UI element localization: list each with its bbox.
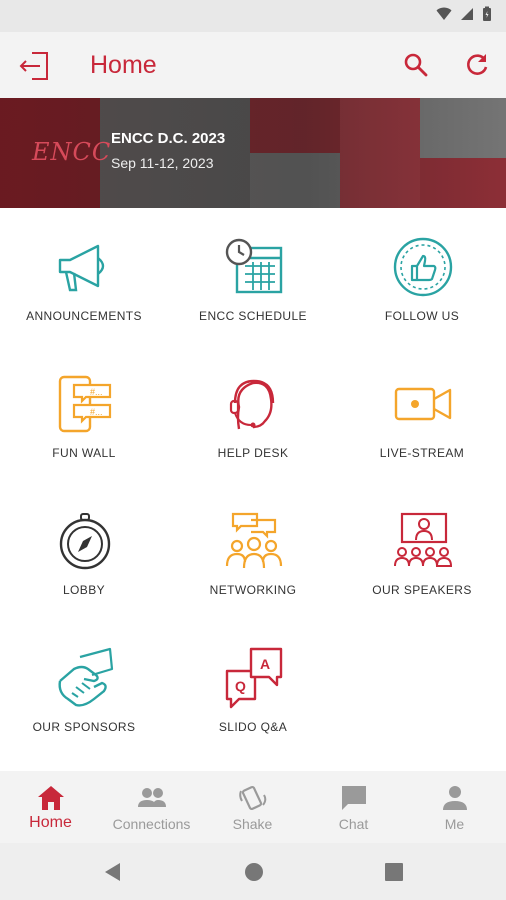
svg-text:Q: Q <box>235 678 246 694</box>
nav-item-home[interactable]: Home <box>0 771 101 843</box>
nav-item-connections[interactable]: Connections <box>101 771 202 843</box>
person-icon <box>443 786 467 810</box>
grid-item-slido-qa[interactable]: Q A SLIDO Q&A <box>169 619 337 755</box>
recents-icon[interactable] <box>383 861 405 883</box>
app-bar: Home <box>0 32 506 98</box>
presentation-icon <box>394 512 453 567</box>
grid-item-label: HELP DESK <box>217 446 289 460</box>
nav-label: Home <box>29 814 72 831</box>
grid-item-follow-us[interactable]: FOLLOW US <box>338 208 506 344</box>
grid-item-label: FUN WALL <box>52 446 116 460</box>
exit-icon[interactable] <box>18 49 52 83</box>
grid-item-label: OUR SPEAKERS <box>372 583 472 597</box>
home-circle-icon[interactable] <box>243 861 265 883</box>
svg-text:A: A <box>260 656 270 672</box>
qa-bubbles-icon: Q A <box>225 647 283 709</box>
grid-item-lobby[interactable]: LOBBY <box>0 482 168 618</box>
grid-item-label: FOLLOW US <box>384 309 460 323</box>
chat-wall-icon: #... #... <box>58 375 112 433</box>
grid-item-label: LIVE-STREAM <box>379 446 465 460</box>
system-nav-bar <box>0 843 506 900</box>
event-logo: ENCC <box>32 138 112 166</box>
wifi-icon <box>436 7 452 20</box>
back-icon[interactable] <box>102 861 124 883</box>
grid-item-networking[interactable]: NETWORKING <box>169 482 337 618</box>
video-camera-icon <box>394 387 452 421</box>
grid-item-fun-wall[interactable]: #... #... FUN WALL <box>0 345 168 481</box>
calendar-clock-icon <box>225 238 283 294</box>
grid-item-label: OUR SPONSORS <box>32 720 136 734</box>
svg-text:#...: #... <box>90 387 103 397</box>
nav-item-me[interactable]: Me <box>404 771 505 843</box>
nav-label: Chat <box>338 816 369 832</box>
grid-item-schedule[interactable]: ENCC SCHEDULE <box>169 208 337 344</box>
chat-icon <box>342 786 366 810</box>
nav-label: Me <box>444 816 465 832</box>
nav-item-shake[interactable]: Shake <box>202 771 303 843</box>
grid-item-label: SLIDO Q&A <box>218 720 288 734</box>
bottom-nav: Home Connections Shake Chat Me <box>0 771 506 843</box>
event-dates: Sep 11-12, 2023 <box>111 155 214 171</box>
search-icon[interactable] <box>403 52 429 78</box>
cellular-signal-icon <box>461 8 473 20</box>
people-icon <box>138 788 166 807</box>
thumbs-up-icon <box>393 237 453 297</box>
headset-icon <box>229 379 275 430</box>
battery-icon <box>483 6 491 21</box>
nav-item-chat[interactable]: Chat <box>303 771 404 843</box>
status-bar <box>0 0 506 32</box>
feature-grid: ANNOUNCEMENTS ENCC SCHEDULE FOLLOW US #.… <box>0 208 506 771</box>
event-banner[interactable]: ENCC ENCC D.C. 2023 Sep 11-12, 2023 <box>0 98 506 208</box>
grid-item-our-speakers[interactable]: OUR SPEAKERS <box>338 482 506 618</box>
refresh-icon[interactable] <box>464 52 490 78</box>
grid-item-label: NETWORKING <box>209 583 297 597</box>
megaphone-icon <box>58 244 105 292</box>
grid-item-label: ANNOUNCEMENTS <box>26 309 142 323</box>
nav-label: Connections <box>112 816 191 832</box>
shake-phone-icon <box>239 785 267 811</box>
page-title: Home <box>90 51 157 79</box>
grid-item-our-sponsors[interactable]: OUR SPONSORS <box>0 619 168 755</box>
compass-icon <box>59 513 111 570</box>
nav-label: Shake <box>232 816 273 832</box>
event-title: ENCC D.C. 2023 <box>111 130 226 147</box>
grid-item-live-stream[interactable]: LIVE-STREAM <box>338 345 506 481</box>
grid-item-label: LOBBY <box>62 583 106 597</box>
grid-item-help-desk[interactable]: HELP DESK <box>169 345 337 481</box>
svg-text:#...: #... <box>90 407 103 417</box>
home-icon <box>38 786 64 810</box>
handshake-icon <box>58 647 114 707</box>
app-screen: Home ENCC ENCC D.C. 2023 Sep 11-12, 2023 <box>0 0 506 900</box>
status-icons <box>436 6 492 22</box>
grid-item-label: ENCC SCHEDULE <box>199 309 307 323</box>
grid-item-announcements[interactable]: ANNOUNCEMENTS <box>0 208 168 344</box>
people-chat-icon <box>225 512 283 569</box>
